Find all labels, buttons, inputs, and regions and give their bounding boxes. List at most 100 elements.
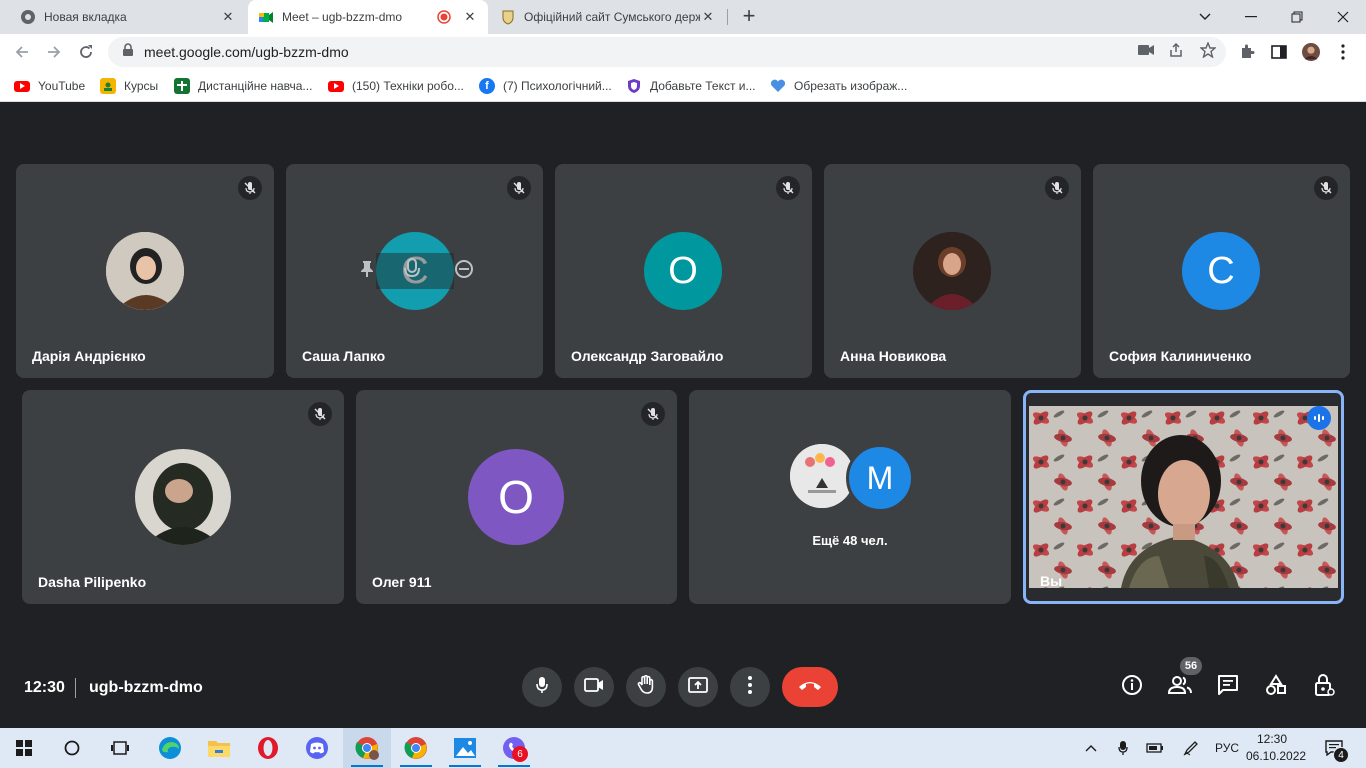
- meet-stage: Дарія Андрієнко С Саша Лапко О Олександр…: [0, 103, 1366, 728]
- mic-muted-icon: [238, 176, 262, 200]
- participants-count-badge: 56: [1180, 657, 1202, 675]
- forward-arrow-icon[interactable]: [40, 38, 68, 66]
- participant-tile[interactable]: О Олександр Заговайло: [555, 164, 812, 378]
- people-button[interactable]: [1167, 674, 1193, 700]
- bookmark-youtube[interactable]: YouTube: [14, 77, 85, 95]
- people-icon: [1167, 675, 1192, 700]
- participant-letter-avatar: О: [468, 449, 564, 545]
- address-bar[interactable]: meet.google.com/ugb-bzzm-dmo: [108, 37, 1226, 67]
- side-panel-icon[interactable]: [1270, 43, 1288, 61]
- chevron-up-icon[interactable]: [1080, 728, 1102, 768]
- tab-university[interactable]: Офіційний сайт Сумського держ ✕: [490, 0, 726, 34]
- participant-tile[interactable]: Dasha Pilipenko: [22, 390, 344, 604]
- back-arrow-icon[interactable]: [8, 38, 36, 66]
- close-tab-icon[interactable]: ✕: [220, 9, 236, 25]
- meeting-info-button[interactable]: [1119, 674, 1145, 700]
- restore-icon[interactable]: [1274, 0, 1320, 34]
- end-call-button[interactable]: [782, 667, 838, 707]
- edge-icon[interactable]: [146, 728, 194, 768]
- tab-new-tab[interactable]: Новая вкладка ✕: [10, 0, 246, 34]
- battery-icon[interactable]: [1144, 728, 1166, 768]
- close-tab-icon[interactable]: ✕: [700, 9, 716, 25]
- microphone-tray-icon[interactable]: [1112, 728, 1134, 768]
- raise-hand-button[interactable]: [626, 667, 666, 707]
- tab-title: Офіційний сайт Сумського держ: [524, 10, 700, 24]
- meeting-clock: 12:30: [24, 679, 65, 696]
- share-icon[interactable]: [1167, 41, 1185, 59]
- microphone-icon: [535, 676, 549, 699]
- participant-name: Dasha Pilipenko: [38, 574, 147, 590]
- camera-button[interactable]: [574, 667, 614, 707]
- chat-icon: [1217, 674, 1239, 701]
- tab-title: Новая вкладка: [44, 10, 127, 24]
- heart-icon: [770, 78, 786, 94]
- meeting-code: ugb-bzzm-dmo: [89, 679, 203, 696]
- participant-tile[interactable]: Анна Новикова: [824, 164, 1081, 378]
- task-view-icon[interactable]: [96, 728, 144, 768]
- bookmark-crop-image[interactable]: Обрезать изображ...: [770, 77, 907, 95]
- participant-photo-avatar: [106, 232, 184, 310]
- pin-icon[interactable]: [360, 260, 374, 283]
- viber-icon[interactable]: 6: [490, 728, 538, 768]
- chrome-taskbar-icon-active[interactable]: [343, 728, 391, 768]
- host-controls-button[interactable]: [1311, 673, 1337, 702]
- bookmark-star-icon[interactable]: [1199, 41, 1217, 59]
- profile-avatar[interactable]: [1302, 43, 1320, 61]
- bookmark-youtube-techniques[interactable]: (150) Техніки робо...: [328, 77, 464, 95]
- bookmark-add-text[interactable]: Добавьте Текст и...: [626, 77, 756, 95]
- facebook-icon: f: [479, 78, 495, 94]
- host-controls-icon: [1313, 673, 1335, 702]
- bottom-divider: [75, 678, 76, 698]
- participant-tile[interactable]: С София Калиниченко: [1093, 164, 1350, 378]
- activities-icon: [1265, 673, 1287, 701]
- tab-meet[interactable]: Meet – ugb-bzzm-dmo ✕: [248, 0, 488, 34]
- close-window-icon[interactable]: [1320, 0, 1366, 34]
- pen-icon[interactable]: [1180, 728, 1202, 768]
- more-options-button[interactable]: [730, 667, 770, 707]
- self-name: Вы: [1040, 573, 1063, 589]
- participant-photo-avatar: [913, 232, 991, 310]
- record-dot-icon: [436, 9, 452, 25]
- bookmark-facebook[interactable]: f (7) Психологічний...: [479, 77, 612, 95]
- more-participants-label: Ещё 48 чел.: [812, 533, 888, 548]
- extensions-icon[interactable]: [1238, 43, 1256, 61]
- file-explorer-icon[interactable]: [195, 728, 243, 768]
- mute-for-all-icon[interactable]: [402, 257, 422, 285]
- present-screen-button[interactable]: [678, 667, 718, 707]
- search-icon[interactable]: [48, 728, 96, 768]
- participant-tile[interactable]: О Олег 911: [356, 390, 677, 604]
- self-view-tile[interactable]: Вы: [1023, 390, 1344, 604]
- participant-letter-avatar: M: [846, 444, 914, 512]
- camera-in-use-icon[interactable]: [1137, 41, 1155, 59]
- microphone-button[interactable]: [522, 667, 562, 707]
- remove-participant-icon[interactable]: [454, 259, 474, 284]
- windows-start-icon[interactable]: [0, 728, 48, 768]
- participant-letter-avatar: О: [644, 232, 722, 310]
- tray-clock[interactable]: 12:30 06.10.2022: [1246, 731, 1307, 765]
- participant-tile[interactable]: Дарія Андрієнко: [16, 164, 274, 378]
- tile-hover-controls: [361, 253, 473, 289]
- bookmark-distance-learning[interactable]: Дистанційне навча...: [174, 77, 312, 95]
- mic-muted-icon: [641, 402, 665, 426]
- discord-icon[interactable]: [293, 728, 341, 768]
- chrome-icon[interactable]: [392, 728, 440, 768]
- menu-dots-icon[interactable]: [1334, 43, 1352, 61]
- classroom-icon: [100, 78, 116, 94]
- lock-icon[interactable]: [122, 42, 134, 62]
- chat-button[interactable]: [1215, 674, 1241, 700]
- new-tab-button[interactable]: +: [737, 5, 761, 29]
- tray-date: 06.10.2022: [1246, 749, 1307, 763]
- more-participants-tile[interactable]: M Ещё 48 чел.: [689, 390, 1011, 604]
- reload-icon[interactable]: [72, 38, 100, 66]
- activities-button[interactable]: [1263, 673, 1289, 701]
- close-tab-icon[interactable]: ✕: [462, 9, 478, 25]
- opera-icon[interactable]: [244, 728, 292, 768]
- tab-search-icon[interactable]: [1182, 0, 1228, 34]
- minimize-icon[interactable]: [1228, 0, 1274, 34]
- participant-tile[interactable]: С Саша Лапко: [286, 164, 543, 378]
- participant-name: София Калиниченко: [1109, 348, 1252, 364]
- bookmark-kursy[interactable]: Курсы: [100, 77, 158, 95]
- browser-tab-strip: Новая вкладка ✕ Meet – ugb-bzzm-dmo ✕ Оф…: [0, 0, 1366, 34]
- language-indicator[interactable]: РУС: [1212, 728, 1242, 768]
- photos-icon[interactable]: [441, 728, 489, 768]
